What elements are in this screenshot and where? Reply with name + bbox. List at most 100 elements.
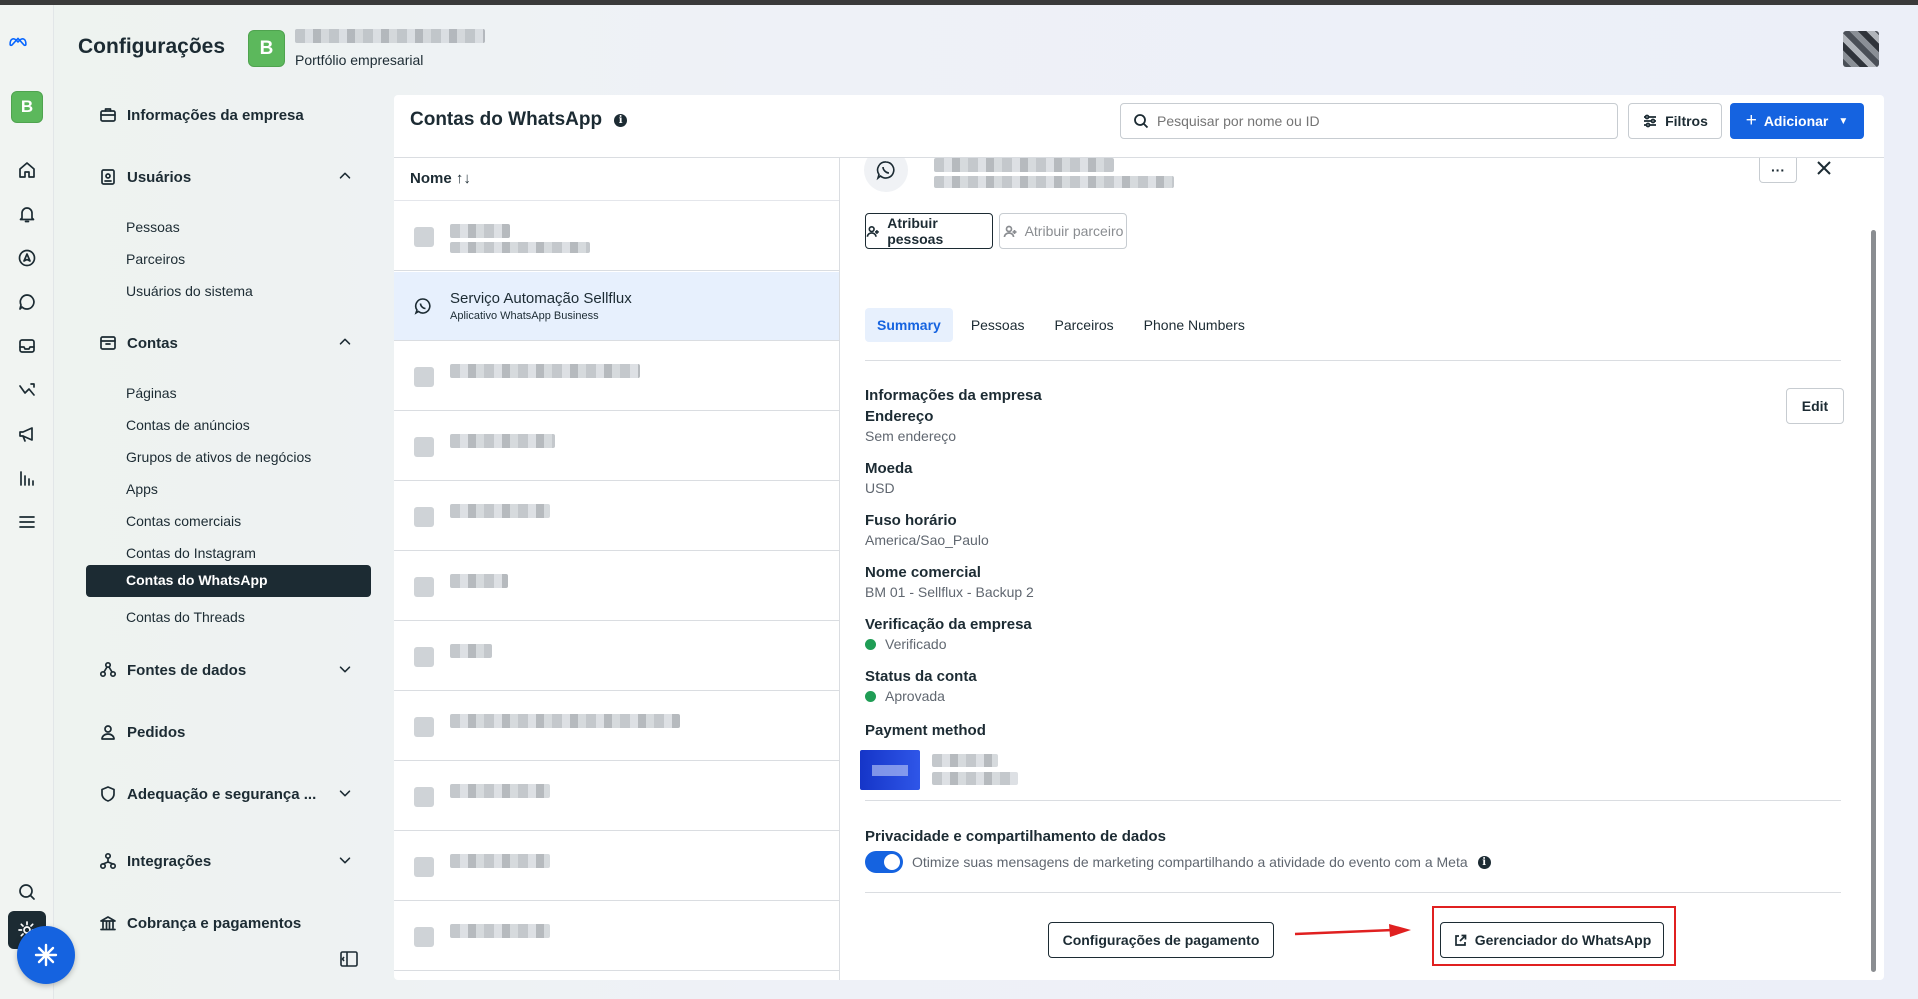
sidebar-item-contas-whatsapp[interactable]: Contas do WhatsApp [86,565,371,597]
shield-icon [98,784,118,804]
business-portfolio-switcher[interactable]: B Portfólio empresarial [248,29,485,68]
sort-by-name-header[interactable]: Nome ↑↓ [410,170,471,187]
account-icon [414,927,434,947]
field-label-endereco: Endereço [865,408,934,425]
sidebar-item-apps[interactable]: Apps [126,481,158,497]
sidebar-section-contas[interactable]: Contas [98,333,356,353]
chevron-up-icon[interactable] [336,333,356,353]
sidebar-section-cobranca[interactable]: Cobrança e pagamentos [98,913,356,933]
account-icon [414,857,434,877]
privacy-toggle-label-wrap: Otimize suas mensagens de marketing comp… [912,854,1491,870]
sidebar-item-contas-anuncios[interactable]: Contas de anúncios [126,417,250,433]
list-item[interactable] [394,202,839,271]
sidebar-item-contas-instagram[interactable]: Contas do Instagram [126,545,256,561]
collapse-sidebar-icon[interactable] [340,951,358,967]
bell-icon[interactable] [14,201,40,227]
page-title: Configurações [78,35,226,58]
list-item[interactable] [394,762,839,831]
caret-down-icon: ▼ [1838,115,1849,127]
sliders-icon [1644,114,1657,128]
search-input[interactable] [1157,113,1597,129]
sidebar-section-integracoes[interactable]: Integrações [98,851,356,871]
inbox-icon[interactable] [14,333,40,359]
payment-settings-button[interactable]: Configurações de pagamento [1048,922,1274,958]
search-icon[interactable] [14,879,40,905]
list-item[interactable] [394,342,839,411]
detail-scrollbar[interactable] [1868,165,1878,972]
sidebar-item-parceiros[interactable]: Parceiros [126,251,185,267]
sidebar-section-fontes[interactable]: Fontes de dados [98,660,356,680]
tab-pessoas[interactable]: Pessoas [959,308,1037,342]
meta-logo-icon[interactable] [8,31,46,53]
chat-bubble-icon[interactable] [14,289,40,315]
redacted-text [450,504,550,518]
info-icon[interactable]: i [614,113,628,127]
sidebar-item-contas-comerciais[interactable]: Contas comerciais [126,513,241,529]
list-item[interactable] [394,902,839,971]
sidebar-item-usuarios-sistema[interactable]: Usuários do sistema [126,283,253,299]
more-options-button[interactable]: ··· [1759,158,1797,183]
user-avatar[interactable] [1843,31,1879,67]
compass-icon[interactable] [14,245,40,271]
assign-people-label: Atribuir pessoas [887,215,944,247]
megaphone-icon[interactable] [14,421,40,447]
list-item-selected[interactable]: Serviço Automação Sellflux Aplicativo Wh… [394,272,839,341]
field-value-status-conta: Aprovada [865,688,945,704]
info-icon[interactable]: i [1477,855,1491,869]
list-item[interactable] [394,832,839,901]
redacted-text [450,364,640,378]
home-icon[interactable] [14,157,40,183]
field-label-nome-comercial: Nome comercial [865,564,981,581]
filters-button[interactable]: Filtros [1628,103,1722,139]
close-icon[interactable] [1812,158,1836,180]
whatsapp-icon [864,158,908,192]
person-icon [98,722,118,742]
sidebar-item-pedidos[interactable]: Pedidos [98,722,356,742]
list-item[interactable] [394,412,839,481]
routing-icon[interactable] [14,377,40,403]
sidebar-section-label: Usuários [127,168,192,186]
sidebar-section-usuarios[interactable]: Usuários [98,167,356,187]
add-button[interactable]: + Adicionar ▼ [1730,103,1864,139]
sidebar-item-contas-threads[interactable]: Contas do Threads [126,609,245,625]
sidebar-item-paginas[interactable]: Páginas [126,385,177,401]
sidebar-item-empresa[interactable]: Informações da empresa [98,105,356,125]
business-avatar[interactable]: B [11,91,43,123]
redacted-text [450,224,510,238]
sidebar-section-adequacao[interactable]: Adequação e segurança ... [98,784,356,804]
chevron-down-icon[interactable] [336,851,356,871]
field-value-moeda: USD [865,480,895,496]
divider [394,200,839,201]
list-item[interactable] [394,482,839,551]
sidebar-section-label: Cobrança e pagamentos [127,914,302,932]
divider [865,360,1841,361]
help-assistant-button[interactable] [17,926,75,984]
account-icon [414,507,434,527]
verification-status: Verificado [885,636,947,652]
scrollbar-thumb[interactable] [1871,230,1876,972]
assign-people-button[interactable]: Atribuir pessoas [865,213,993,249]
tab-parceiros[interactable]: Parceiros [1043,308,1126,342]
sidebar-item-label: Pedidos [127,723,186,741]
sidebar-item-grupos-ativos[interactable]: Grupos de ativos de negócios [126,449,311,465]
tab-phone-numbers[interactable]: Phone Numbers [1132,308,1257,342]
account-detail-pane: ··· Atribuir pessoas Atribuir parceiro S… [840,158,1884,980]
chevron-up-icon[interactable] [336,167,356,187]
list-item[interactable] [394,692,839,761]
sidebar-section-label: Adequação e segurança ... [127,785,317,803]
bar-chart-icon[interactable] [14,465,40,491]
edit-button[interactable]: Edit [1786,388,1844,424]
sidebar-item-pessoas[interactable]: Pessoas [126,219,180,235]
list-item[interactable] [394,622,839,691]
chevron-down-icon[interactable] [336,784,356,804]
redacted-account-name [934,158,1114,172]
redacted-text [450,242,590,253]
menu-icon[interactable] [14,509,40,535]
assign-partner-button[interactable]: Atribuir parceiro [999,213,1127,249]
company-info-title: Informações da empresa [865,387,1042,404]
chevron-down-icon[interactable] [336,660,356,680]
search-field[interactable] [1120,103,1618,139]
tab-summary[interactable]: Summary [865,308,953,342]
list-item[interactable] [394,552,839,621]
privacy-toggle[interactable] [865,851,903,873]
